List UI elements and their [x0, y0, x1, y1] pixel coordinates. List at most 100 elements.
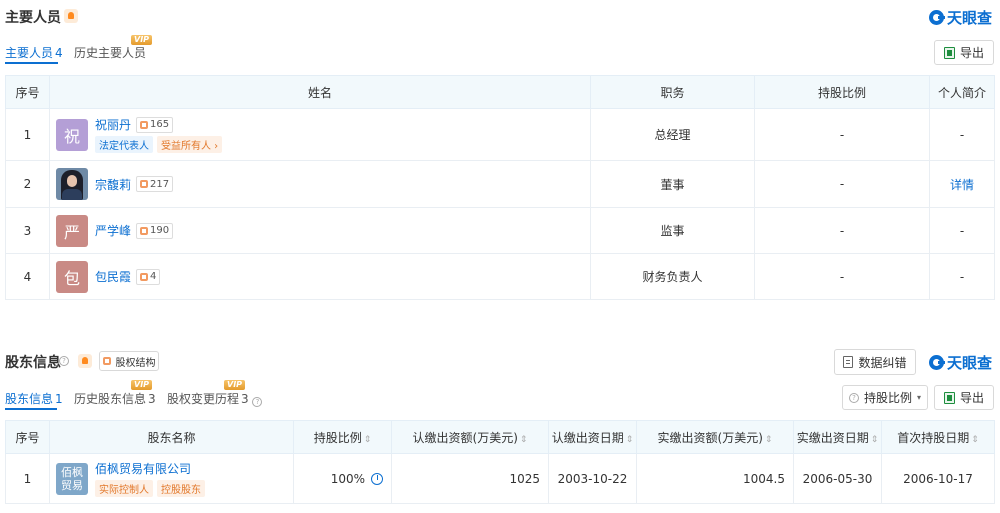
share-cell: -	[754, 207, 930, 254]
sort-icon: ⇕	[519, 434, 528, 445]
brand-mark-icon	[929, 10, 945, 25]
company-icon	[140, 226, 149, 235]
tab-key-personnel[interactable]: 主要人员 4	[5, 44, 63, 61]
shareholders-table: 序号 股东名称 持股比例 ⇕ 认缴出资额(万美元) ⇕ 认缴出资日期 ⇕ 实缴出资额(…	[5, 420, 995, 504]
header-paid-date[interactable]: 实缴出资日期 ⇕	[793, 420, 882, 454]
row-index: 4	[5, 253, 50, 300]
paid-amount: 1004.5	[636, 453, 794, 504]
subscribed-date: 2003-10-22	[548, 453, 637, 504]
share-filter-dropdown[interactable]: ? 持股比例 ▾	[842, 385, 928, 410]
export-button[interactable]: 导出	[934, 40, 994, 65]
profile-cell: -	[929, 207, 995, 254]
company-icon	[140, 180, 149, 188]
row-index: 2	[5, 160, 50, 208]
bell-icon[interactable]	[64, 9, 78, 23]
tab-history-shareholders[interactable]: 历史股东信息 3	[74, 390, 156, 407]
avatar-photo	[56, 168, 88, 200]
company-logo: 佰枫贸易	[56, 462, 88, 495]
active-tab-underline	[5, 408, 57, 410]
structure-icon	[102, 357, 111, 365]
tab-equity-change-history[interactable]: 股权变更历程 3 ?	[167, 390, 263, 407]
table-row: 4 包 包民霞 4 财务负责人 - -	[5, 253, 995, 300]
company-icon	[140, 272, 149, 281]
active-tab-underline	[5, 62, 58, 64]
avatar: 严	[56, 214, 88, 247]
excel-icon	[943, 391, 955, 404]
brand-logo: 天眼查	[929, 352, 992, 373]
bell-icon[interactable]	[78, 354, 92, 368]
sort-icon: ⇕	[363, 434, 372, 445]
subscribed-amount: 1025	[391, 453, 549, 504]
profile-detail-link[interactable]: 详情	[929, 160, 995, 208]
share-cell: -	[754, 108, 930, 161]
related-companies-badge[interactable]: 217	[136, 176, 174, 192]
shareholder-name-link[interactable]: 佰枫贸易有限公司	[95, 460, 205, 477]
table-row: 3 严 严学峰 190 监事 - -	[5, 207, 995, 254]
header-profile: 个人简介	[929, 75, 995, 109]
header-paid-amount[interactable]: 实缴出资额(万美元) ⇕	[636, 420, 794, 454]
table-row: 1 佰枫贸易 佰枫贸易有限公司 实际控制人 控股股东 100% 1025 200…	[5, 453, 995, 504]
sort-icon: ⇕	[764, 434, 773, 445]
header-position: 职务	[590, 75, 755, 109]
avatar: 祝	[56, 118, 88, 151]
position-cell: 总经理	[590, 108, 755, 161]
person-name-link[interactable]: 祝丽丹	[95, 116, 131, 133]
data-correction-button[interactable]: 数据纠错	[834, 349, 916, 375]
vip-badge: VIP	[131, 35, 153, 45]
share-cell: -	[754, 160, 930, 208]
person-name-link[interactable]: 宗馥莉	[95, 176, 131, 193]
company-icon	[140, 120, 149, 129]
profile-cell: -	[929, 108, 995, 161]
header-share-ratio[interactable]: 持股比例 ⇕	[293, 420, 392, 454]
avatar: 包	[56, 260, 88, 293]
share-ratio-value: 100%	[330, 471, 365, 486]
sort-icon: ⇕	[625, 434, 634, 445]
position-cell: 监事	[590, 207, 755, 254]
edit-doc-icon	[843, 356, 854, 368]
person-name-link[interactable]: 严学峰	[95, 222, 131, 239]
vip-badge: VIP	[131, 380, 153, 390]
tab-shareholders[interactable]: 股东信息 1	[5, 390, 63, 407]
tab-history-personnel[interactable]: 历史主要人员	[74, 44, 146, 61]
legal-rep-tag: 法定代表人	[95, 136, 153, 153]
equity-penetration-icon[interactable]	[371, 472, 383, 485]
first-hold-date: 2006-10-17	[881, 453, 995, 504]
key-personnel-table: 序号 姓名 职务 持股比例 个人简介 1 祝 祝丽丹 165 法定代表人 受益所…	[5, 75, 995, 300]
table-row: 1 祝 祝丽丹 165 法定代表人 受益所有人 › 总经理 - -	[5, 108, 995, 161]
brand-logo: 天眼查	[929, 7, 992, 28]
section-title-shareholders: 股东信息	[5, 355, 61, 371]
header-subscribed-date[interactable]: 认缴出资日期 ⇕	[548, 420, 637, 454]
sort-icon: ⇕	[870, 434, 879, 445]
related-companies-badge[interactable]: 190	[136, 222, 174, 239]
header-index: 序号	[5, 420, 50, 454]
header-shareholder-name: 股东名称	[49, 420, 294, 454]
help-icon[interactable]: ?	[252, 397, 263, 407]
sort-icon: ⇕	[971, 434, 979, 445]
beneficial-owner-tag[interactable]: 受益所有人 ›	[157, 136, 223, 153]
paid-date: 2006-05-30	[793, 453, 882, 504]
equity-structure-button[interactable]: 股权结构	[99, 351, 159, 371]
actual-controller-tag: 实际控制人	[95, 480, 153, 497]
help-icon: ?	[848, 392, 859, 403]
related-companies-badge[interactable]: 165	[136, 116, 174, 133]
row-index: 1	[5, 108, 50, 161]
export-button[interactable]: 导出	[934, 385, 994, 410]
excel-icon	[943, 46, 955, 59]
header-name: 姓名	[49, 75, 591, 109]
share-cell: -	[754, 253, 930, 300]
brand-mark-icon	[929, 355, 945, 370]
header-first-hold-date[interactable]: 首次持股日期 ⇕	[881, 420, 995, 454]
position-cell: 财务负责人	[590, 253, 755, 300]
position-cell: 董事	[590, 160, 755, 208]
row-index: 1	[5, 453, 50, 504]
caret-down-icon: ▾	[917, 393, 922, 402]
section-title-key-personnel: 主要人员	[5, 10, 61, 26]
person-name-link[interactable]: 包民霞	[95, 268, 131, 285]
profile-cell: -	[929, 253, 995, 300]
header-share: 持股比例	[754, 75, 930, 109]
header-subscribed-amount[interactable]: 认缴出资额(万美元) ⇕	[391, 420, 549, 454]
related-companies-badge[interactable]: 4	[136, 268, 161, 285]
row-index: 3	[5, 207, 50, 254]
controlling-shareholder-tag: 控股股东	[157, 480, 205, 497]
help-icon[interactable]: ?	[59, 356, 69, 366]
